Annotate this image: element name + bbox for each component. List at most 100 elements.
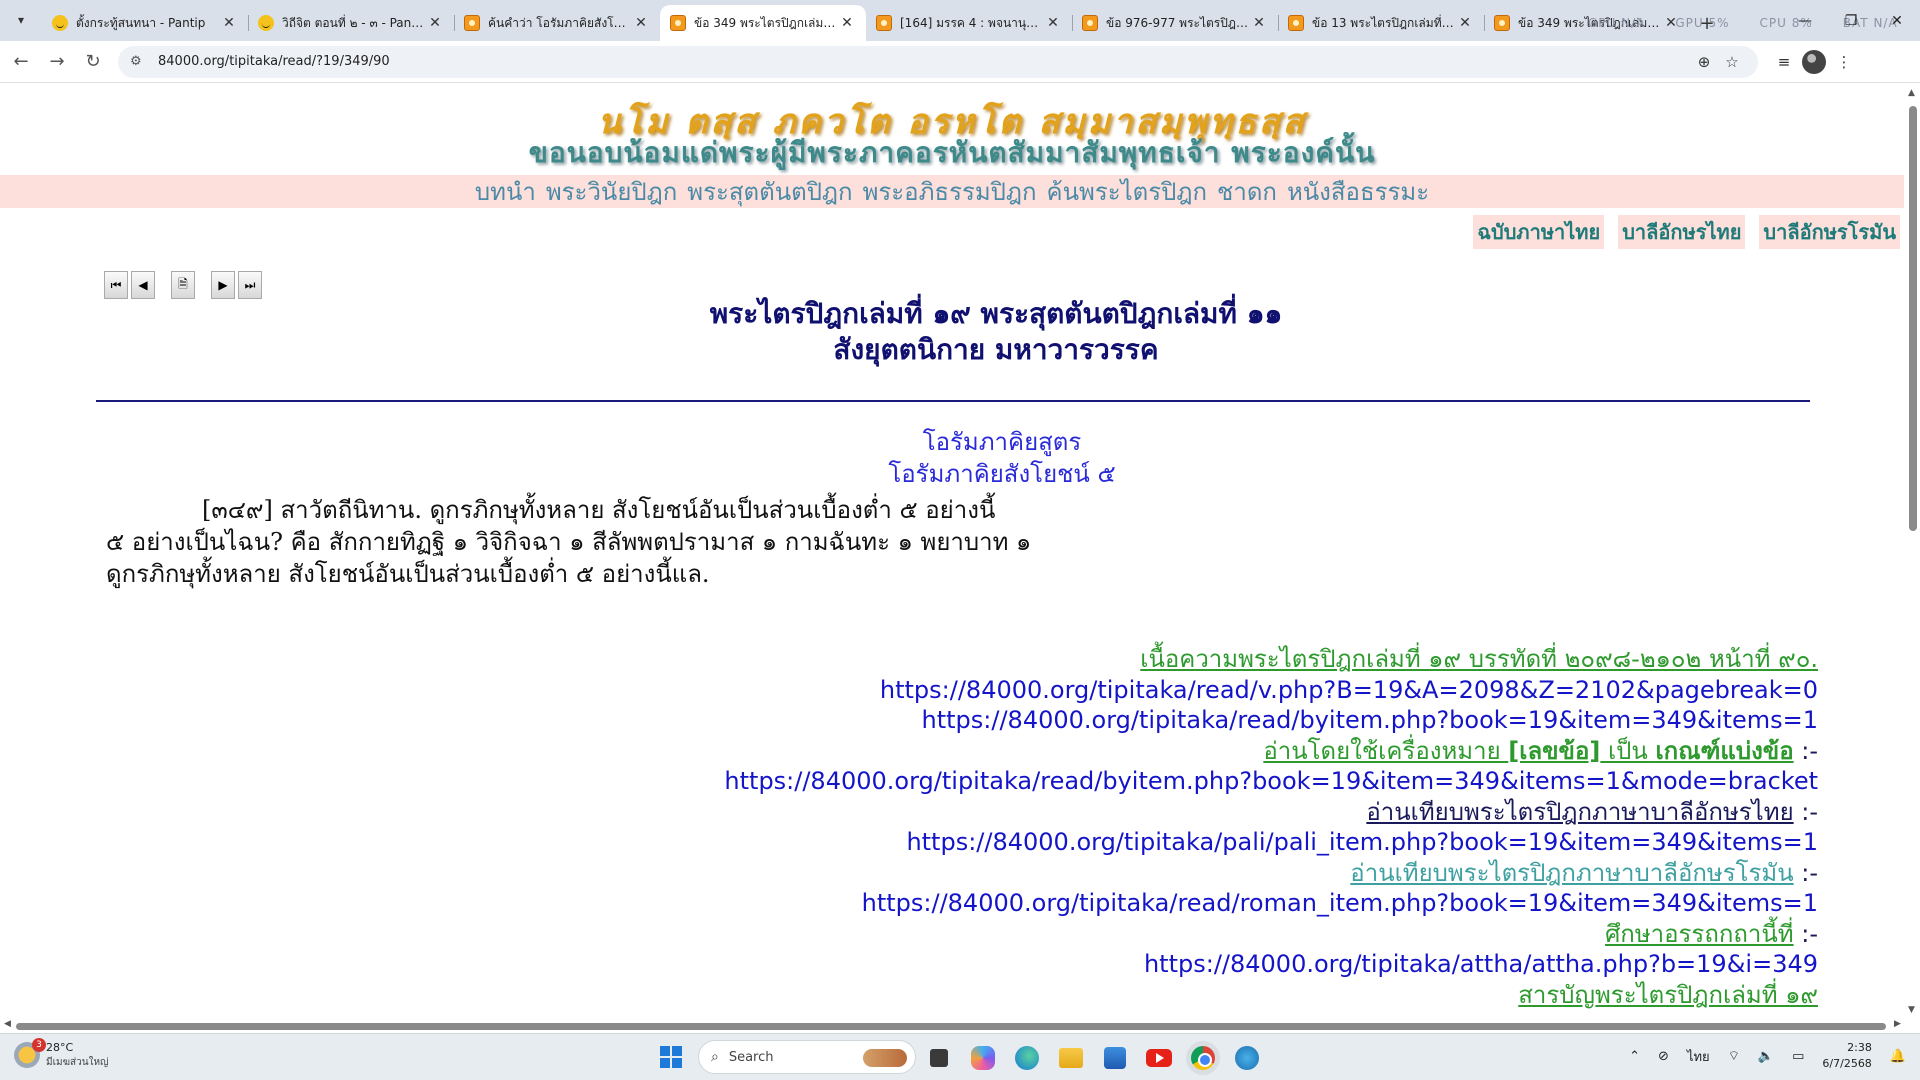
- volume-title: พระไตรปิฎกเล่มที่ ๑๙ พระสุตตันตปิฎกเล่มท…: [709, 297, 1283, 330]
- vertical-scroll-thumb[interactable]: [1909, 106, 1917, 531]
- maximize-button[interactable]: ❐: [1828, 0, 1874, 41]
- youtube-icon[interactable]: [1146, 1049, 1172, 1067]
- chrome-icon[interactable]: [1191, 1046, 1215, 1070]
- tab-6[interactable]: ข้อ 13 พระไตรปิฎกเล่มที่ 24 ✕: [1278, 5, 1484, 41]
- file-explorer-icon[interactable]: [1059, 1048, 1083, 1068]
- tray-chevron-up-icon[interactable]: ⌃: [1629, 1049, 1640, 1064]
- address-url[interactable]: 84000.org/tipitaka/read/?19/349/90: [158, 54, 1690, 69]
- arrow-left-icon: ←: [13, 51, 29, 72]
- tab-5[interactable]: ข้อ 976-977 พระไตรปิฎกเล่ม ✕: [1072, 5, 1278, 41]
- close-tab-icon[interactable]: ✕: [1456, 15, 1474, 31]
- clock[interactable]: 2:38 6/7/2568: [1822, 1040, 1871, 1072]
- taskbar-search[interactable]: ⌕ Search: [698, 1040, 916, 1074]
- url-pali-item[interactable]: https://84000.org/tipitaka/pali/pali_ite…: [906, 828, 1818, 856]
- battery-icon[interactable]: ▭: [1792, 1049, 1804, 1064]
- close-tab-icon[interactable]: ✕: [838, 15, 856, 31]
- task-view-icon[interactable]: [930, 1049, 948, 1067]
- divider: [96, 400, 1810, 402]
- tab-strip: ▾ ตั้งกระทู้สนทนา - Pantip ✕ วิถีจิต ตอนท…: [0, 0, 1920, 41]
- bracket-b2: เกณฑ์แบ่งข้อ: [1655, 736, 1794, 765]
- nav-books[interactable]: หนังสือธรรมะ: [1287, 172, 1429, 211]
- copilot-icon[interactable]: [971, 1046, 995, 1070]
- url-attha[interactable]: https://84000.org/tipitaka/attha/attha.p…: [1144, 950, 1818, 978]
- reload-button[interactable]: ↻: [78, 47, 108, 77]
- bookmark-star-icon[interactable]: ☆: [1718, 53, 1746, 71]
- volume-icon[interactable]: 🔈: [1758, 1049, 1774, 1064]
- tipitaka-favicon-icon: [1082, 15, 1098, 31]
- close-tab-icon[interactable]: ✕: [220, 15, 238, 31]
- minimize-button[interactable]: —: [1782, 0, 1828, 41]
- tab-3-active[interactable]: ข้อ 349 พระไตรปิฎกเล่มที่ 19 ✕: [660, 5, 866, 41]
- site-nav: บทนำ พระวินัยปิฎก พระสุตตันตปิฎก พระอภิธ…: [0, 175, 1904, 208]
- lang-pali-roman-button[interactable]: บาลีอักษรโรมัน: [1759, 215, 1900, 249]
- nav-vinaya[interactable]: พระวินัยปิฎก: [546, 172, 677, 211]
- page-document-button[interactable]: 🗎: [171, 271, 195, 299]
- meet-muted-icon[interactable]: ⊘: [1658, 1049, 1669, 1064]
- weather-condition: มีเมฆส่วนใหญ่: [46, 1057, 109, 1068]
- tab-list: ตั้งกระทู้สนทนา - Pantip ✕ วิถีจิต ตอนที่…: [42, 5, 1724, 41]
- page-pager: ⏮ ◀ 🗎 ▶ ⏭: [104, 271, 262, 299]
- horizontal-scrollbar[interactable]: ◀ ▶: [0, 1019, 1920, 1033]
- input-language[interactable]: ไทย: [1687, 1046, 1710, 1067]
- wifi-icon[interactable]: ⌔: [1728, 1048, 1740, 1064]
- vertical-scrollbar[interactable]: ▲ ▼: [1904, 84, 1920, 1019]
- skip-first-icon: ⏮: [110, 277, 122, 292]
- source-line-link[interactable]: เนื้อความพระไตรปิฎกเล่มที่ ๑๙ บรรทัดที่ …: [1140, 645, 1818, 673]
- suffix: :-: [1793, 797, 1818, 826]
- atthakatha-link[interactable]: ศึกษาอรรถกถานี้ที่: [1605, 920, 1794, 948]
- prev-page-button[interactable]: ◀: [131, 271, 155, 299]
- forward-button[interactable]: →: [42, 47, 72, 77]
- nav-jataka[interactable]: ชาดก: [1217, 172, 1277, 211]
- url-v-php[interactable]: https://84000.org/tipitaka/read/v.php?B=…: [880, 676, 1818, 704]
- nav-intro[interactable]: บทนำ: [475, 172, 536, 211]
- tab-search-button[interactable]: ▾: [6, 5, 36, 35]
- back-button[interactable]: ←: [6, 47, 36, 77]
- address-bar[interactable]: ⚙ 84000.org/tipitaka/read/?19/349/90 ⊕ ☆: [118, 45, 1758, 78]
- close-tab-icon[interactable]: ✕: [1044, 15, 1062, 31]
- tab-title: ข้อ 13 พระไตรปิฎกเล่มที่ 24: [1312, 15, 1456, 30]
- tab-0[interactable]: ตั้งกระทู้สนทนา - Pantip ✕: [42, 5, 248, 41]
- weather-widget[interactable]: 3 28°C มีเมฆส่วนใหญ่: [14, 1038, 109, 1070]
- horizontal-scroll-thumb[interactable]: [16, 1023, 1886, 1030]
- notification-bell-icon[interactable]: 🔔: [1890, 1049, 1906, 1064]
- microsoft-store-icon[interactable]: [1104, 1047, 1126, 1069]
- pali-thai-link[interactable]: อ่านเทียบพระไตรปิฎกภาษาบาลีอักษรไทย: [1366, 798, 1793, 826]
- start-windows-icon[interactable]: [660, 1046, 682, 1068]
- network-globe-icon[interactable]: [1235, 1046, 1259, 1070]
- url-byitem-bracket[interactable]: https://84000.org/tipitaka/read/byitem.p…: [724, 767, 1818, 795]
- close-window-button[interactable]: ✕: [1874, 0, 1920, 41]
- next-page-button[interactable]: ▶: [211, 271, 235, 299]
- scroll-up-icon[interactable]: ▲: [1908, 88, 1915, 98]
- reference-links: เนื้อความพระไตรปิฎกเล่มที่ ๑๙ บรรทัดที่ …: [618, 644, 1818, 1010]
- nav-sutta[interactable]: พระสุตตันตปิฎก: [687, 172, 852, 211]
- last-page-button[interactable]: ⏭: [238, 271, 262, 299]
- nav-search[interactable]: ค้นพระไตรปิฎก: [1047, 172, 1208, 211]
- menu-kebab-icon[interactable]: ⋮: [1826, 53, 1862, 71]
- site-info-icon[interactable]: ⚙: [130, 54, 146, 69]
- scroll-right-icon[interactable]: ▶: [1894, 1019, 1901, 1029]
- notification-badge: 3: [32, 1038, 46, 1052]
- pali-roman-link[interactable]: อ่านเทียบพระไตรปิฎกภาษาบาลีอักษรโรมัน: [1350, 859, 1793, 887]
- tab-4[interactable]: [164] มรรค 4 : พจนานุกรมพุ ✕: [866, 5, 1072, 41]
- close-tab-icon[interactable]: ✕: [1250, 15, 1268, 31]
- lang-pali-thai-button[interactable]: บาลีอักษรไทย: [1618, 215, 1746, 249]
- close-tab-icon[interactable]: ✕: [426, 15, 444, 31]
- volume-index-link[interactable]: สารบัญพระไตรปิฎกเล่มที่ ๑๙: [1518, 981, 1818, 1009]
- body-line-3: ดูกรภิกษุทั้งหลาย สังโยชน์อันเป็นส่วนเบื…: [106, 560, 710, 588]
- edge-browser-icon[interactable]: [1015, 1046, 1039, 1070]
- scroll-down-icon[interactable]: ▼: [1908, 1005, 1915, 1015]
- zoom-icon[interactable]: ⊕: [1690, 53, 1718, 71]
- profile-avatar[interactable]: [1802, 49, 1826, 74]
- url-roman-item[interactable]: https://84000.org/tipitaka/read/roman_it…: [862, 889, 1818, 917]
- lang-thai-button[interactable]: ฉบับภาษาไทย: [1473, 215, 1605, 249]
- reading-list-icon[interactable]: ≡: [1766, 53, 1802, 71]
- scroll-left-icon[interactable]: ◀: [4, 1019, 11, 1029]
- sutta-subtitle: โอรัมภาคิยสังโยชน์ ๕: [888, 460, 1116, 488]
- tab-2[interactable]: ค้นคำว่า โอรัมภาคิยสังโยชน์ ใน✕: [454, 5, 660, 41]
- close-tab-icon[interactable]: ✕: [632, 15, 650, 31]
- bracket-mode-link[interactable]: อ่านโดยใช้เครื่องหมาย [เลขข้อ] เป็น เกณฑ…: [1263, 737, 1793, 765]
- nav-abhidhamma[interactable]: พระอภิธรรมปิฎก: [863, 172, 1037, 211]
- url-byitem[interactable]: https://84000.org/tipitaka/read/byitem.p…: [922, 706, 1818, 734]
- first-page-button[interactable]: ⏮: [104, 271, 128, 299]
- tab-1[interactable]: วิถีจิต ตอนที่ ๒ - ๓ - Pantip ✕: [248, 5, 454, 41]
